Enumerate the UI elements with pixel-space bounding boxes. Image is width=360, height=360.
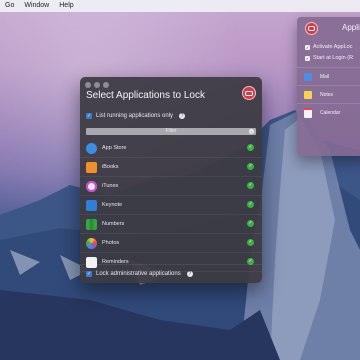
start-at-login-checkbox[interactable]: ✓ (305, 55, 310, 61)
app-name: App Store (102, 145, 127, 151)
checkmark-icon[interactable]: ✓ (247, 220, 254, 227)
list-item[interactable]: Numbers ✓ (80, 215, 262, 234)
list-item[interactable]: iBooks ✓ (80, 158, 262, 177)
window-footer: ✓ Lock administrative applications ? (80, 264, 262, 283)
numbers-icon (86, 218, 97, 230)
window-title: Select Applications to Lock (86, 90, 205, 101)
menu-help[interactable]: Help (59, 0, 73, 12)
mail-icon (304, 72, 312, 81)
notes-icon (304, 90, 312, 99)
lock-admin-row[interactable]: ✓ Lock administrative applications ? (80, 269, 193, 279)
select-applications-window: Select Applications to Lock ✓ List runni… (80, 77, 262, 283)
help-icon[interactable]: ? (186, 271, 193, 277)
app-name: Photos (102, 240, 120, 246)
list-running-checkbox[interactable]: ✓ (86, 113, 92, 119)
activate-checkbox[interactable]: ✓ (305, 44, 310, 50)
start-at-login-checkbox-row[interactable]: ✓ Start at Login (R (305, 55, 353, 61)
lock-admin-checkbox[interactable]: ✓ (86, 271, 92, 277)
start-at-login-label: Start at Login (R (313, 55, 354, 61)
zoom-button[interactable] (103, 82, 109, 88)
activate-checkbox-row[interactable]: ✓ Activate AppLoc (305, 44, 352, 50)
window-titlebar[interactable]: Select Applications to Lock (80, 77, 262, 107)
window-controls (85, 82, 109, 88)
ibooks-icon (86, 161, 97, 173)
list-item[interactable]: App Store ✓ (80, 139, 262, 158)
popover-item-label: Mail (320, 73, 330, 80)
popover-item-label: Calendar (320, 109, 341, 116)
activate-label: Activate AppLoc (313, 44, 353, 50)
itunes-icon (86, 180, 97, 192)
checkmark-icon[interactable]: ✓ (247, 239, 254, 246)
help-icon[interactable]: ? (179, 113, 186, 119)
application-list: App Store ✓ iBooks ✓ iTunes ✓ Keynote ✓ … (80, 139, 262, 272)
popover-item-label: Notes (320, 91, 334, 98)
app-name: Keynote (102, 202, 123, 208)
app-name: Numbers (102, 221, 125, 227)
app-store-icon (86, 142, 97, 154)
list-item[interactable]: Photos ✓ (80, 234, 262, 253)
keynote-icon (86, 199, 97, 211)
applocker-logo-icon (242, 86, 256, 100)
checkmark-icon[interactable]: ✓ (247, 201, 254, 208)
checkmark-icon[interactable]: ✓ (247, 163, 254, 170)
app-name: iBooks (102, 164, 119, 170)
app-name: iTunes (102, 183, 119, 189)
list-running-row[interactable]: ✓ List running applications only ? (80, 111, 262, 121)
lock-admin-label: Lock administrative applications (96, 271, 181, 277)
list-item[interactable]: Keynote ✓ (80, 196, 262, 215)
menu-bar: Go Window Help (0, 0, 360, 12)
popover-item-mail[interactable]: Mail (297, 67, 360, 85)
list-item[interactable]: iTunes ✓ (80, 177, 262, 196)
clear-filter-icon[interactable]: × (249, 129, 254, 134)
applocker-logo-icon (305, 22, 318, 35)
popover-item-calendar[interactable]: Calendar (297, 103, 360, 121)
menu-window[interactable]: Window (24, 0, 49, 12)
list-running-label: List running applications only (96, 113, 174, 119)
popover-title: Applica (342, 23, 360, 32)
minimize-button[interactable] (94, 82, 100, 88)
close-button[interactable] (85, 82, 91, 88)
calendar-icon (304, 107, 312, 118)
menu-go[interactable]: Go (5, 0, 14, 12)
popover-item-notes[interactable]: Notes (297, 85, 360, 103)
applocker-menu-popover: Applica ✓ Activate AppLoc ✓ Start at Log… (297, 17, 360, 156)
filter-placeholder: Filter (165, 128, 177, 134)
checkmark-icon[interactable]: ✓ (247, 182, 254, 189)
filter-input[interactable]: Filter × (86, 128, 256, 135)
checkmark-icon[interactable]: ✓ (247, 144, 254, 151)
photos-icon (86, 237, 97, 249)
